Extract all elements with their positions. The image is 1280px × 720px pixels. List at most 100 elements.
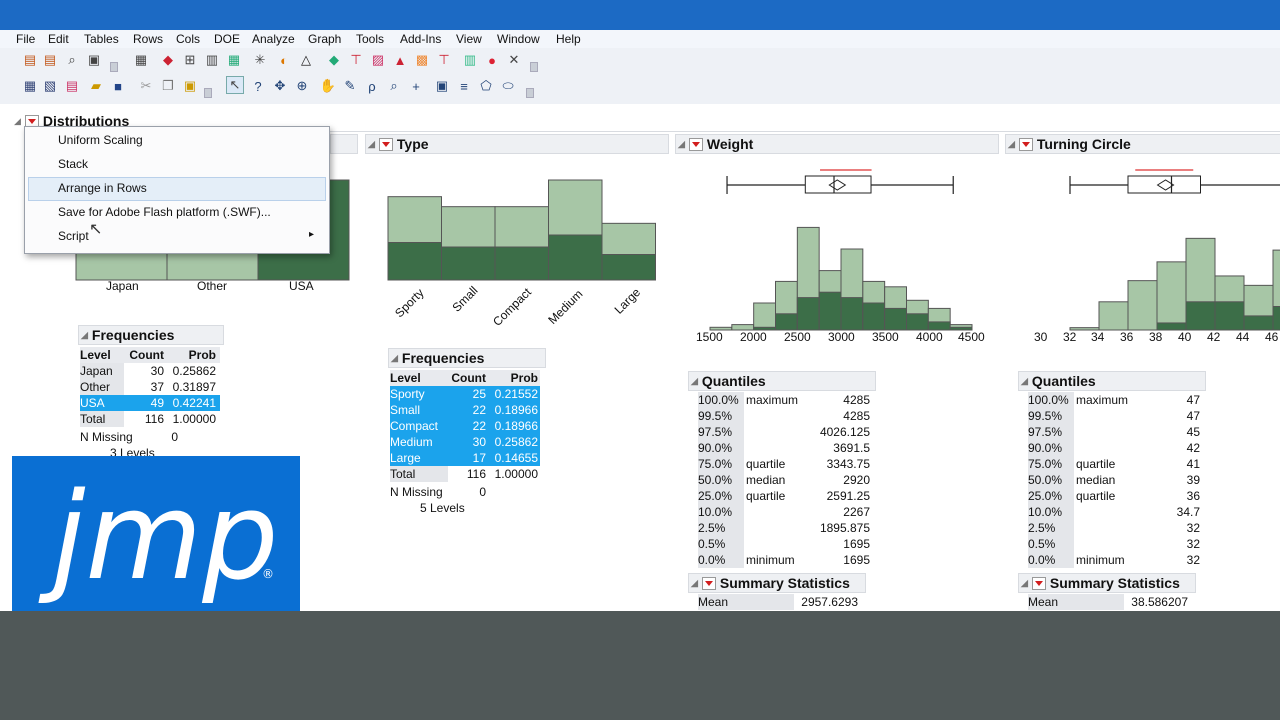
weight-bar-selected[interactable] [775, 313, 798, 331]
red-triangle-menu-icon[interactable] [701, 576, 716, 590]
type-bar-selected[interactable] [387, 242, 442, 281]
menu-help[interactable]: Help [556, 32, 581, 46]
data-icon[interactable]: ▦ [22, 78, 38, 94]
new-script-icon[interactable]: ▤ [42, 52, 58, 68]
menu-add-ins[interactable]: Add-Ins [400, 32, 441, 46]
matched-pairs-icon[interactable]: ▥ [204, 52, 220, 68]
journal-icon[interactable]: ▣ [86, 52, 102, 68]
fit-model-icon[interactable]: ▦ [226, 52, 242, 68]
multivariate-icon[interactable]: ✳ [252, 52, 268, 68]
line-icon[interactable]: ≡ [456, 78, 472, 94]
weight-bar-selected[interactable] [927, 321, 951, 331]
distribution-icon[interactable]: ◆ [160, 52, 176, 68]
weight-bar-selected[interactable] [818, 291, 842, 331]
red-triangle-menu-icon[interactable] [1018, 137, 1033, 151]
hand-tool-icon[interactable]: ✋ [320, 78, 336, 94]
table-icon[interactable]: ▦ [133, 52, 149, 68]
fit-y-by-x-icon[interactable]: ⊞ [182, 52, 198, 68]
turning-bar-selected[interactable] [1185, 301, 1216, 331]
menu-tools[interactable]: Tools [356, 32, 384, 46]
table-row-selected[interactable]: Medium 30 0.25862 [390, 434, 540, 450]
magnifier-icon[interactable]: ⌕ [386, 78, 402, 94]
crosshair-plus-icon[interactable]: + [408, 78, 424, 94]
table-row-selected[interactable]: Large 17 0.14655 [390, 450, 540, 466]
cluster-icon[interactable]: ◐ [276, 52, 292, 68]
paste-icon[interactable]: ▣ [182, 78, 198, 94]
menu-item-arrange-in-rows[interactable]: Arrange in Rows [58, 181, 147, 195]
menu-doe[interactable]: DOE [214, 32, 240, 46]
binoculars-icon[interactable]: ⌕ [64, 52, 80, 68]
weight-bar-selected[interactable] [862, 302, 886, 331]
oval-icon[interactable]: ⬭ [500, 78, 516, 94]
disclosure-icon[interactable]: ◢ [1021, 376, 1028, 387]
disclosure-icon[interactable]: ◢ [81, 330, 88, 341]
menu-edit[interactable]: Edit [48, 32, 69, 46]
red-triangle-menu-icon[interactable] [378, 137, 393, 151]
help-tool-icon[interactable]: ? [250, 78, 266, 94]
weight-bar-selected[interactable] [884, 307, 908, 331]
grid-icon[interactable]: ▩ [414, 52, 430, 68]
type-outline[interactable]: ◢ Type [365, 134, 669, 154]
triangle-icon[interactable]: △ [298, 52, 314, 68]
turning-bar[interactable] [1098, 301, 1129, 331]
turning-bar-selected[interactable] [1214, 301, 1245, 331]
copy-icon[interactable]: ❐ [160, 78, 176, 94]
box-plot-box[interactable] [1127, 175, 1201, 194]
table-row[interactable]: Japan 30 0.25862 [80, 363, 220, 379]
weight-bar-selected[interactable] [906, 313, 929, 331]
toolbar-grip-2[interactable] [530, 62, 538, 72]
turning-circle-outline[interactable]: ◢ Turning Circle [1005, 134, 1280, 154]
turning-bar[interactable] [1127, 280, 1158, 331]
polygon-icon[interactable]: ⬠ [478, 78, 494, 94]
turning-bar-selected[interactable] [1156, 322, 1187, 331]
lasso-icon[interactable]: ρ [364, 78, 380, 94]
disclosure-icon[interactable]: ◢ [691, 578, 698, 589]
table-row[interactable]: Other 37 0.31897 [80, 379, 220, 395]
type-bar-selected[interactable] [601, 254, 656, 281]
menu-window[interactable]: Window [497, 32, 540, 46]
pin-icon[interactable]: ⊤ [436, 52, 452, 68]
menu-item-uniform-scaling[interactable]: Uniform Scaling [58, 133, 143, 147]
red-triangle-menu-icon[interactable] [1031, 576, 1046, 590]
type-frequencies-title[interactable]: ◢ Frequencies [388, 348, 546, 368]
weight-bar[interactable] [753, 302, 777, 331]
tree-icon[interactable]: ⊤ [348, 52, 364, 68]
table-row-selected[interactable]: USA 49 0.42241 [80, 395, 220, 411]
chart-builder-icon[interactable]: ▥ [462, 52, 478, 68]
type-bar-selected[interactable] [548, 234, 603, 281]
turning-bar-selected[interactable] [1243, 315, 1274, 331]
menu-file[interactable]: File [16, 32, 35, 46]
type-bar-selected[interactable] [494, 246, 549, 281]
menu-view[interactable]: View [456, 32, 482, 46]
weight-quantiles-title[interactable]: ◢ Quantiles [688, 371, 876, 391]
disclosure-icon[interactable]: ◢ [1008, 139, 1015, 150]
selection-tool-icon[interactable]: ✥ [272, 78, 288, 94]
arrow-tool-icon[interactable]: ↖ [226, 76, 244, 94]
menu-analyze[interactable]: Analyze [252, 32, 295, 46]
turning-summary-title[interactable]: ◢ Summary Statistics [1018, 573, 1196, 593]
table-row-selected[interactable]: Sporty 25 0.21552 [390, 386, 540, 402]
cut-icon[interactable]: ✂ [138, 78, 154, 94]
box-plot-box[interactable] [804, 175, 872, 194]
disclosure-icon[interactable]: ◢ [14, 116, 21, 127]
shuffle-icon[interactable]: ✕ [506, 52, 522, 68]
weight-bar-selected[interactable] [796, 297, 820, 331]
warning-icon[interactable]: ▲ [392, 52, 408, 68]
menu-item-script[interactable]: Script [58, 229, 89, 243]
import-icon[interactable]: ▤ [64, 78, 80, 94]
menu-cols[interactable]: Cols [176, 32, 200, 46]
toolbar-grip-4[interactable] [526, 88, 534, 98]
weight-summary-title[interactable]: ◢ Summary Statistics [688, 573, 866, 593]
turning-quantiles-title[interactable]: ◢ Quantiles [1018, 371, 1206, 391]
save-icon[interactable]: ■ [110, 78, 126, 94]
brush-icon[interactable]: ✎ [342, 78, 358, 94]
turning-bar[interactable] [1156, 261, 1187, 331]
table-row-selected[interactable]: Compact 22 0.18966 [390, 418, 540, 434]
toolbar-grip-3[interactable] [204, 88, 212, 98]
image-icon[interactable]: ▨ [370, 52, 386, 68]
pie-icon[interactable]: ● [484, 52, 500, 68]
disclosure-icon[interactable]: ◢ [391, 353, 398, 364]
diamond-icon[interactable]: ◆ [326, 52, 342, 68]
crosshair-icon[interactable]: ⊕ [294, 78, 310, 94]
red-triangle-menu-icon[interactable] [688, 137, 703, 151]
